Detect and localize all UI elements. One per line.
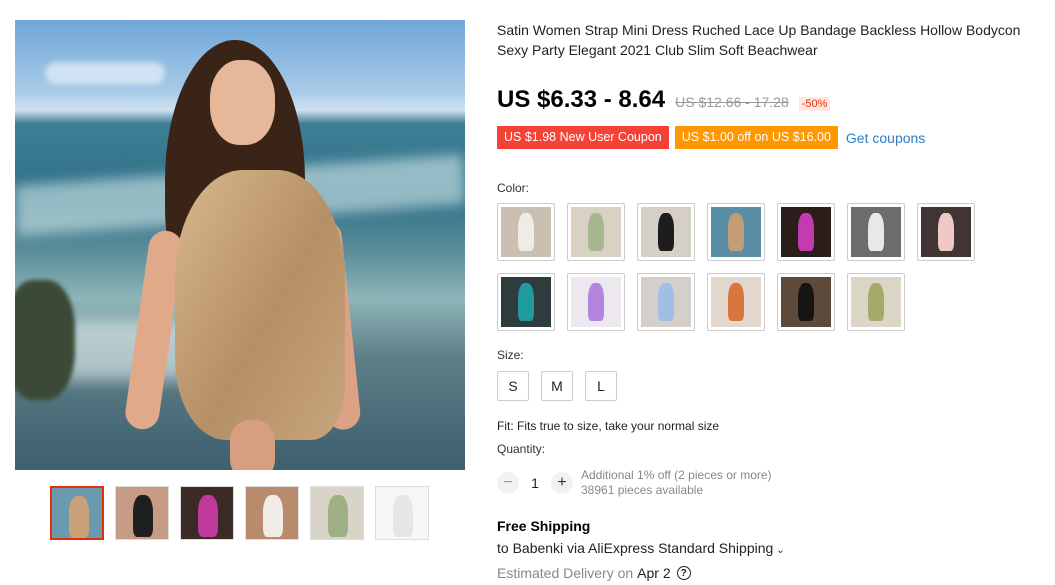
swatch-figure [868,213,884,251]
swatch-figure [798,213,814,251]
shipping-method-text: to Babenki via AliExpress Standard Shipp… [497,540,774,556]
size-options: S M L [497,371,617,401]
swatch-image [641,207,691,257]
size-label: Size: [497,348,524,362]
swatch-figure [728,283,744,321]
thumbnail-white-room[interactable] [245,486,299,540]
estimated-delivery: Estimated Delivery on Apr 2 ? [497,565,691,581]
quantity-plus-button[interactable]: + [551,472,573,494]
swatch-image [571,277,621,327]
swatch-image [501,277,551,327]
shipping-method[interactable]: to Babenki via AliExpress Standard Shipp… [497,540,785,556]
color-swatch-orange[interactable] [707,273,765,331]
main-product-image[interactable] [15,20,465,470]
coupon-row: US $1.98 New User Coupon US $1.00 off on… [497,126,925,149]
swatch-figure [938,213,954,251]
thumbnail-sage[interactable] [310,486,364,540]
thumbnail-figure [393,495,413,537]
new-user-coupon[interactable]: US $1.98 New User Coupon [497,126,669,149]
thumbnail-black-lounge[interactable] [115,486,169,540]
swatch-figure [518,283,534,321]
swatch-image [921,207,971,257]
color-swatch-champagne-beach[interactable] [707,203,765,261]
color-swatch-white[interactable] [497,203,555,261]
swatch-image [851,277,901,327]
discount-badge: -50% [798,97,831,111]
fit-info: Fit: Fits true to size, take your normal… [497,419,720,433]
price-row: US $6.33 - 8.64 US $12.66 - 17.28 -50% [497,86,831,114]
swatch-figure [798,283,814,321]
thumbnail-strip [50,486,429,540]
color-label: Color: [497,181,530,195]
thumbnail-figure [328,495,348,537]
swatch-figure [588,283,604,321]
thumbnail-figure [69,496,89,538]
product-title: Satin Women Strap Mini Dress Ruched Lace… [497,22,1021,58]
color-swatch-teal[interactable] [497,273,555,331]
swatch-image [501,207,551,257]
color-swatch-olive[interactable] [847,273,905,331]
delivery-date: Apr 2 [637,565,671,581]
swatch-figure [658,283,674,321]
color-swatch-lavender[interactable] [567,273,625,331]
swatch-image [711,277,761,327]
quantity-discount-note: Additional 1% off (2 pieces or more) [581,468,772,482]
swatch-image [711,207,761,257]
thumbnail-champagne[interactable] [50,486,104,540]
color-swatch-sage[interactable] [567,203,625,261]
thumbnail-figure [263,495,283,537]
original-price: US $12.66 - 17.28 [675,94,789,110]
swatch-image [641,277,691,327]
size-option-m[interactable]: M [541,371,573,401]
help-icon[interactable]: ? [676,566,691,580]
swatch-figure [728,213,744,251]
color-swatch-hot-pink[interactable] [777,203,835,261]
quantity-info: Additional 1% off (2 pieces or more) 389… [581,468,772,498]
model-dress [175,170,345,440]
color-swatch-black-party[interactable] [777,273,835,331]
swatch-figure [868,283,884,321]
price: US $6.33 - 8.64 [497,86,666,113]
delivery-label: Estimated Delivery on [497,565,634,581]
color-swatch-silver-white[interactable] [847,203,905,261]
color-swatch-light-blue[interactable] [637,273,695,331]
swatch-image [781,277,831,327]
swatch-figure [588,213,604,251]
swatch-figure [658,213,674,251]
sky-cloud [45,62,165,84]
quantity-stepper: − 1 + Additional 1% off (2 pieces or mor… [497,468,772,498]
rock [15,280,75,400]
swatch-image [781,207,831,257]
chevron-down-icon: ⌄ [776,545,785,556]
store-coupon[interactable]: US $1.00 off on US $16.00 [674,126,838,149]
get-coupons-link[interactable]: Get coupons [846,130,925,146]
free-shipping: Free Shipping [497,518,591,534]
thumbnail-figure [198,495,218,537]
size-option-l[interactable]: L [585,371,617,401]
thumbnail-figure [133,495,153,537]
color-swatch-black[interactable] [637,203,695,261]
quantity-minus-button[interactable]: − [497,472,519,494]
swatch-figure [518,213,534,251]
quantity-label: Quantity: [497,442,546,456]
color-swatch-light-pink[interactable] [917,203,975,261]
color-swatches [497,203,975,331]
thumbnail-pink-night[interactable] [180,486,234,540]
model-face [210,60,275,145]
swatch-image [851,207,901,257]
swatch-image [571,207,621,257]
model-leg [230,420,275,470]
thumbnail-size-chart[interactable] [375,486,429,540]
size-option-s[interactable]: S [497,371,529,401]
quantity-input[interactable]: 1 [519,475,551,491]
quantity-available: 38961 pieces available [581,483,704,497]
